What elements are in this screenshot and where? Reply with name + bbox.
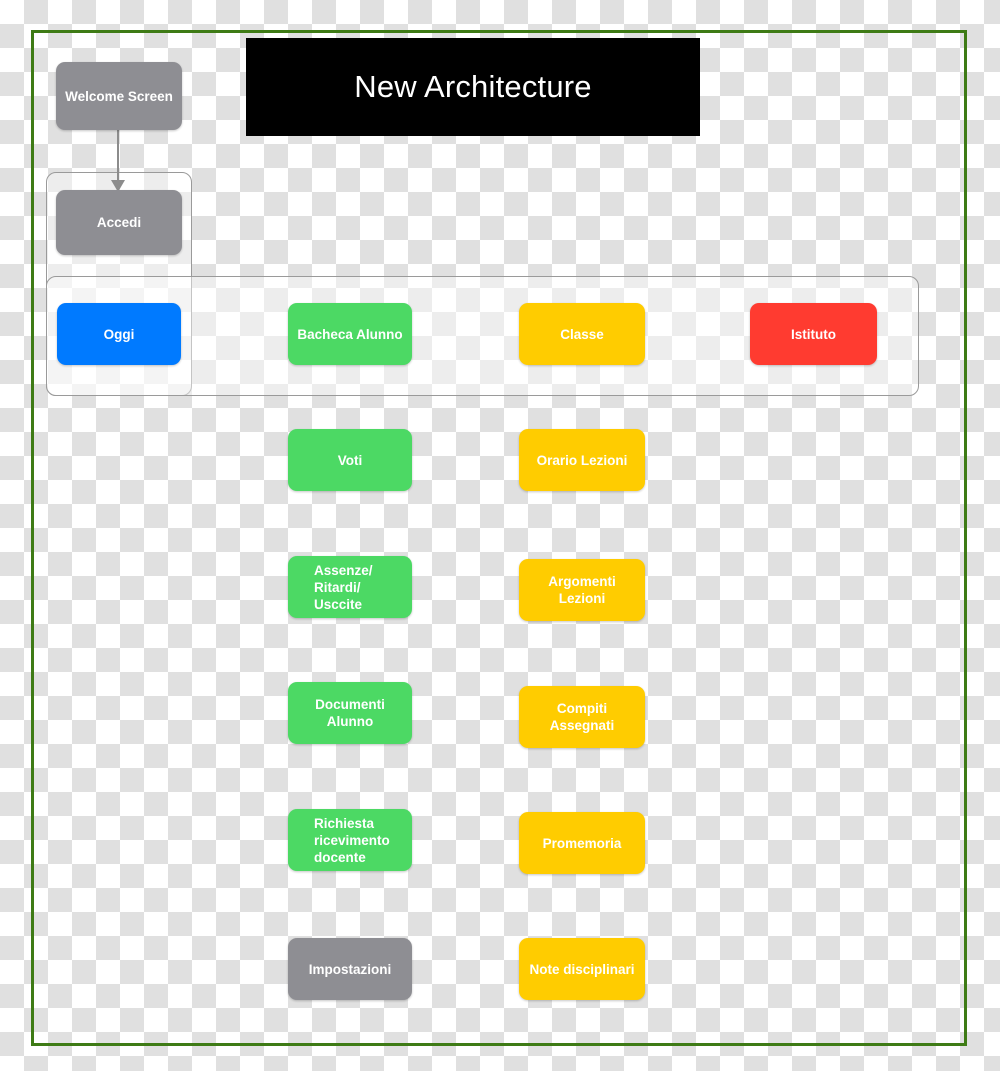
node-label-line: Richiesta [314, 815, 375, 831]
node-label: Argomenti Lezioni [548, 574, 616, 606]
node-voti[interactable]: Voti [288, 429, 412, 491]
node-label: Istituto [791, 326, 836, 342]
node-tab-istituto[interactable]: Istituto [750, 303, 877, 365]
node-label-line: ricevimento [314, 832, 390, 848]
node-note-disciplinari[interactable]: Note disciplinari [519, 938, 645, 1000]
diagram-canvas: New Architecture Welcome Screen Accedi O… [0, 0, 1000, 1071]
node-label: Promemoria [542, 835, 622, 851]
node-label: Bacheca Alunno [297, 326, 403, 342]
node-assenze-ritardi-uscite[interactable]: Assenze/ Ritardi/ Usccite [288, 556, 412, 618]
node-label: Note disciplinari [529, 961, 635, 977]
connector-welcome-to-accedi [117, 130, 119, 186]
diagram-title-banner: New Architecture [246, 38, 700, 136]
node-argomenti-lezioni[interactable]: Argomenti Lezioni [519, 559, 645, 621]
node-label: Compiti Assegnati [549, 701, 615, 733]
node-label: Oggi [103, 326, 135, 342]
node-label: Orario Lezioni [536, 452, 628, 468]
node-label-line: Assenze/ [314, 562, 373, 578]
node-label-line: Usccite [314, 596, 363, 612]
page-title: New Architecture [354, 69, 592, 104]
node-accedi[interactable]: Accedi [56, 190, 182, 255]
node-impostazioni[interactable]: Impostazioni [288, 938, 412, 1000]
node-orario-lezioni[interactable]: Orario Lezioni [519, 429, 645, 491]
node-richiesta-ricevimento-docente[interactable]: Richiesta ricevimento docente [288, 809, 412, 871]
node-promemoria[interactable]: Promemoria [519, 812, 645, 874]
node-tab-bacheca-alunno[interactable]: Bacheca Alunno [288, 303, 412, 365]
node-label: Welcome Screen [65, 88, 173, 104]
node-compiti-assegnati[interactable]: Compiti Assegnati [519, 686, 645, 748]
node-label: Documenti Alunno [315, 697, 385, 729]
node-label-line: Ritardi/ [314, 579, 361, 595]
node-label-block: Richiesta ricevimento docente [314, 815, 404, 866]
node-label-block: Assenze/ Ritardi/ Usccite [314, 562, 404, 613]
node-welcome-screen[interactable]: Welcome Screen [56, 62, 182, 130]
node-documenti-alunno[interactable]: Documenti Alunno [288, 682, 412, 744]
node-label: Classe [560, 326, 604, 342]
node-tab-classe[interactable]: Classe [519, 303, 645, 365]
node-label: Impostazioni [308, 961, 392, 977]
node-tab-oggi[interactable]: Oggi [57, 303, 181, 365]
node-label-line: docente [314, 849, 366, 865]
node-label: Accedi [96, 215, 142, 230]
node-label: Voti [337, 452, 363, 468]
